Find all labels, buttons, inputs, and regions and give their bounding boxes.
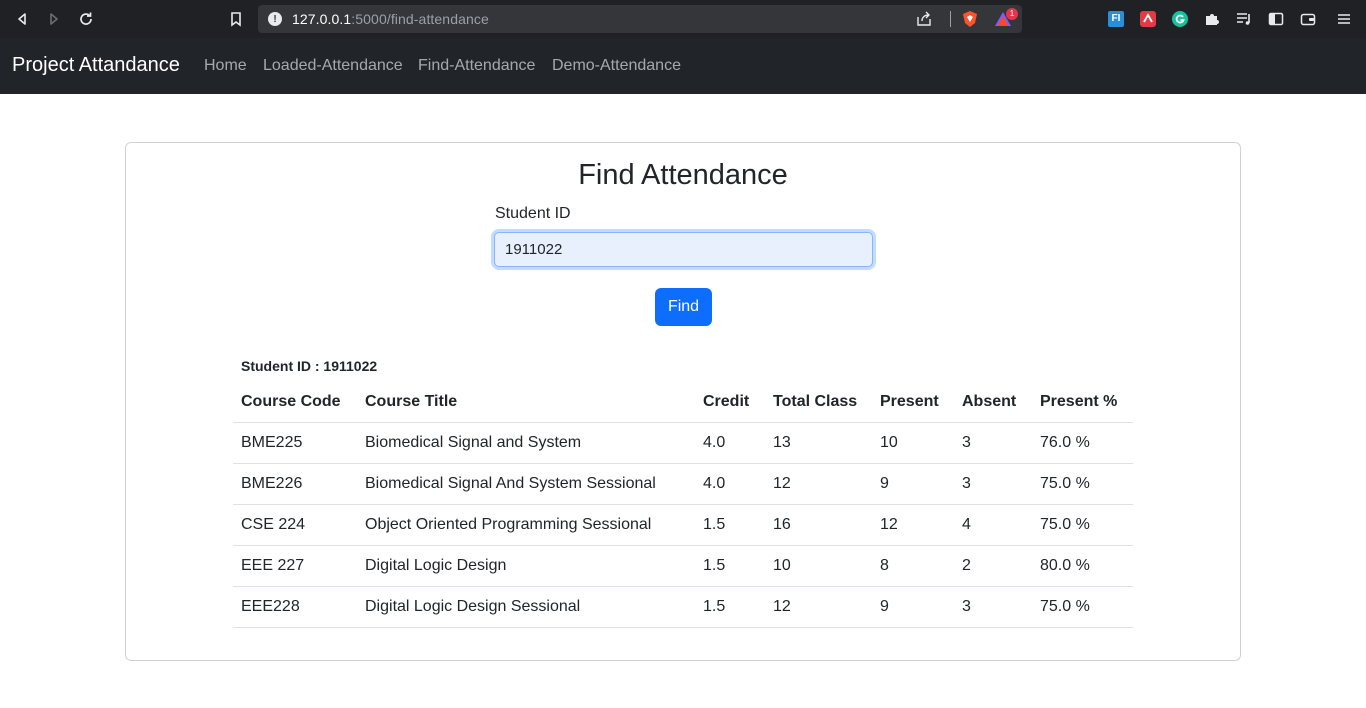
cell-present: 9 <box>872 586 954 628</box>
menu-icon[interactable] <box>1335 10 1353 28</box>
forward-icon[interactable] <box>44 9 64 29</box>
cell-course-title: Digital Logic Design Sessional <box>357 586 695 628</box>
header-present: Present <box>872 382 954 423</box>
cell-present-percent: 75.0 % <box>1032 463 1133 505</box>
header-course-title: Course Title <box>357 382 695 423</box>
table-row: BME225 Biomedical Signal and System 4.0 … <box>233 422 1133 464</box>
cell-course-code: EEE 227 <box>233 545 357 587</box>
cell-present-percent: 80.0 % <box>1032 545 1133 587</box>
table-row: CSE 224 Object Oriented Programming Sess… <box>233 504 1133 546</box>
nav-link-find-attendance[interactable]: Find-Attendance <box>418 57 535 75</box>
cell-present-percent: 76.0 % <box>1032 422 1133 464</box>
header-absent: Absent <box>954 382 1032 423</box>
cell-credit: 1.5 <box>695 504 765 546</box>
cell-course-code: EEE228 <box>233 586 357 628</box>
header-total-class: Total Class <box>765 382 872 423</box>
reload-icon[interactable] <box>76 9 96 29</box>
table-header-row: Course Code Course Title Credit Total Cl… <box>233 382 1133 423</box>
cell-credit: 4.0 <box>695 422 765 464</box>
cell-present: 12 <box>872 504 954 546</box>
back-icon[interactable] <box>12 9 32 29</box>
cell-course-title: Biomedical Signal And System Sessional <box>357 463 695 505</box>
extension-fi-icon[interactable]: FI <box>1107 10 1125 28</box>
site-info-icon[interactable]: ! <box>268 12 282 26</box>
sidebar-icon[interactable] <box>1267 10 1285 28</box>
cell-course-code: BME226 <box>233 463 357 505</box>
cell-present: 9 <box>872 463 954 505</box>
table-row: EEE 227 Digital Logic Design 1.5 10 8 2 … <box>233 545 1133 587</box>
extensions-puzzle-icon[interactable] <box>1203 10 1221 28</box>
cell-total-class: 10 <box>765 545 872 587</box>
cell-absent: 3 <box>954 586 1032 628</box>
address-bar[interactable]: ! 127.0.0.1:5000/find-attendance 1 <box>258 5 1022 33</box>
attendance-table: Course Code Course Title Credit Total Cl… <box>233 382 1133 628</box>
header-course-code: Course Code <box>233 382 357 423</box>
wallet-icon[interactable] <box>1299 10 1317 28</box>
cell-total-class: 12 <box>765 463 872 505</box>
navbar: Project Attandance Home Loaded-Attendanc… <box>0 38 1366 94</box>
cell-total-class: 13 <box>765 422 872 464</box>
find-button[interactable]: Find <box>655 288 712 326</box>
cell-present: 10 <box>872 422 954 464</box>
cell-credit: 4.0 <box>695 463 765 505</box>
cell-absent: 3 <box>954 422 1032 464</box>
result-student-id: Student ID : 1911022 <box>241 358 378 374</box>
cell-course-title: Biomedical Signal and System <box>357 422 695 464</box>
table-row: BME226 Biomedical Signal And System Sess… <box>233 463 1133 505</box>
cell-total-class: 16 <box>765 504 872 546</box>
cell-present: 8 <box>872 545 954 587</box>
url-path: :5000/find-attendance <box>351 11 489 27</box>
url-host: 127.0.0.1 <box>292 11 352 27</box>
cell-absent: 4 <box>954 504 1032 546</box>
playlist-icon[interactable] <box>1235 10 1253 28</box>
cell-present-percent: 75.0 % <box>1032 586 1133 628</box>
header-present-percent: Present % <box>1032 382 1133 423</box>
browser-toolbar: ! 127.0.0.1:5000/find-attendance 1 FI <box>0 0 1366 38</box>
cell-total-class: 12 <box>765 586 872 628</box>
share-icon[interactable] <box>916 11 932 32</box>
extension-red-icon[interactable] <box>1139 10 1157 28</box>
student-id-label: Student ID <box>495 205 571 222</box>
navbar-brand[interactable]: Project Attandance <box>12 54 180 77</box>
notification-badge: 1 <box>1006 8 1018 20</box>
cell-absent: 2 <box>954 545 1032 587</box>
header-credit: Credit <box>695 382 765 423</box>
cell-absent: 3 <box>954 463 1032 505</box>
cell-credit: 1.5 <box>695 545 765 587</box>
student-id-input[interactable] <box>494 232 873 267</box>
page-title: Find Attendance <box>578 159 788 191</box>
cell-course-code: BME225 <box>233 422 357 464</box>
nav-link-loaded-attendance[interactable]: Loaded-Attendance <box>263 57 403 75</box>
brave-shield-icon[interactable] <box>961 10 979 33</box>
cell-course-code: CSE 224 <box>233 504 357 546</box>
cell-credit: 1.5 <box>695 586 765 628</box>
nav-link-demo-attendance[interactable]: Demo-Attendance <box>552 57 681 75</box>
url-text: 127.0.0.1:5000/find-attendance <box>292 11 489 27</box>
table-row: EEE228 Digital Logic Design Sessional 1.… <box>233 586 1133 628</box>
nav-link-home[interactable]: Home <box>204 57 247 75</box>
cell-present-percent: 75.0 % <box>1032 504 1133 546</box>
cell-course-title: Object Oriented Programming Sessional <box>357 504 695 546</box>
cell-course-title: Digital Logic Design <box>357 545 695 587</box>
find-attendance-card: Find Attendance Student ID Find Student … <box>125 142 1241 661</box>
grammarly-icon[interactable] <box>1171 10 1189 28</box>
url-divider <box>950 11 951 27</box>
extension-fi-label: FI <box>1108 11 1124 27</box>
bookmark-icon[interactable] <box>226 9 246 29</box>
